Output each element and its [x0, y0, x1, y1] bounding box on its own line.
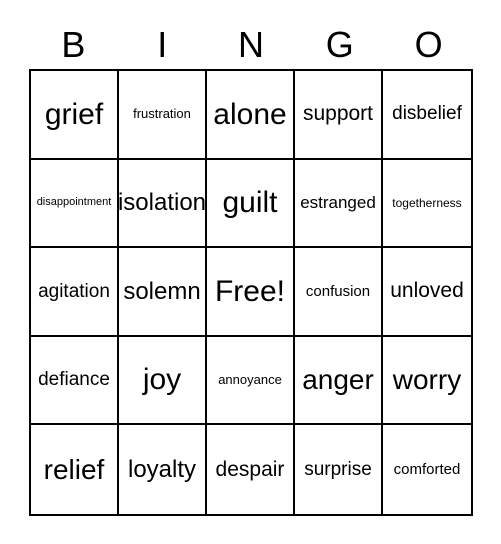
bingo-cell-n1[interactable]: alone [207, 71, 295, 160]
bingo-cell-free-space[interactable]: Free! [207, 248, 295, 337]
bingo-cell-label: relief [43, 453, 105, 485]
bingo-cell-label: surprise [304, 458, 372, 480]
bingo-cell-n5[interactable]: despair [207, 425, 295, 514]
bingo-header-letter-n: N [237, 24, 264, 65]
bingo-cell-label: isolation [119, 189, 207, 217]
bingo-cell-label: annoyance [218, 372, 282, 388]
bingo-free-space-label: Free! [214, 274, 286, 308]
bingo-cell-g5[interactable]: surprise [295, 425, 383, 514]
bingo-cell-label: worry [392, 364, 462, 396]
bingo-cell-b2[interactable]: disappointment [31, 159, 119, 249]
bingo-cell-label: frustration [133, 106, 191, 122]
bingo-header-row: B I N G O [29, 22, 473, 68]
bingo-cell-label: comforted [393, 460, 461, 478]
bingo-cell-label: togetherness [392, 195, 462, 210]
bingo-cell-label: unloved [390, 279, 464, 303]
bingo-cell-label: loyalty [127, 456, 197, 484]
bingo-cell-label: confusion [305, 282, 371, 300]
bingo-cell-o1[interactable]: disbelief [383, 71, 471, 160]
bingo-cell-label: agitation [38, 280, 110, 302]
bingo-cell-g1[interactable]: support [295, 71, 383, 160]
bingo-cell-g3[interactable]: confusion [295, 248, 383, 337]
bingo-cell-label: alone [213, 97, 287, 131]
bingo-cell-i3[interactable]: solemn [119, 248, 207, 337]
bingo-header-letter-i: I [157, 24, 168, 65]
bingo-cell-label: joy [142, 363, 182, 397]
bingo-cell-i1[interactable]: frustration [119, 71, 207, 160]
bingo-cell-label: support [302, 102, 374, 126]
bingo-cell-label: solemn [123, 277, 201, 305]
bingo-header-letter-g: G [325, 24, 354, 65]
bingo-cell-label: estranged [300, 192, 376, 212]
bingo-cell-b1[interactable]: grief [31, 71, 119, 160]
bingo-cell-label: disappointment [36, 196, 112, 209]
bingo-header-letter-b: B [61, 24, 86, 65]
bingo-cell-g4[interactable]: anger [295, 336, 383, 426]
bingo-cell-n4[interactable]: annoyance [207, 336, 295, 426]
bingo-card: B I N G O grief frustration alone suppor… [0, 0, 501, 544]
bingo-cell-b3[interactable]: agitation [31, 248, 119, 337]
bingo-grid: grief frustration alone support disbelie… [29, 69, 473, 516]
bingo-cell-label: despair [215, 457, 285, 481]
bingo-cell-o3[interactable]: unloved [383, 248, 471, 337]
bingo-cell-label: disbelief [392, 103, 462, 125]
bingo-cell-label: anger [302, 364, 374, 396]
bingo-cell-o4[interactable]: worry [383, 336, 471, 426]
bingo-cell-i5[interactable]: loyalty [119, 425, 207, 514]
bingo-cell-label: guilt [222, 186, 278, 220]
bingo-cell-label: defiance [38, 369, 110, 391]
bingo-cell-o2[interactable]: togetherness [383, 159, 471, 249]
bingo-cell-i2[interactable]: isolation [119, 159, 207, 249]
bingo-cell-b4[interactable]: defiance [31, 336, 119, 426]
bingo-cell-g2[interactable]: estranged [295, 159, 383, 249]
bingo-cell-b5[interactable]: relief [31, 425, 119, 514]
bingo-cell-n2[interactable]: guilt [207, 159, 295, 249]
bingo-cell-i4[interactable]: joy [119, 336, 207, 426]
bingo-header-letter-o: O [414, 24, 443, 65]
bingo-cell-label: grief [44, 97, 104, 131]
bingo-cell-o5[interactable]: comforted [383, 425, 471, 514]
